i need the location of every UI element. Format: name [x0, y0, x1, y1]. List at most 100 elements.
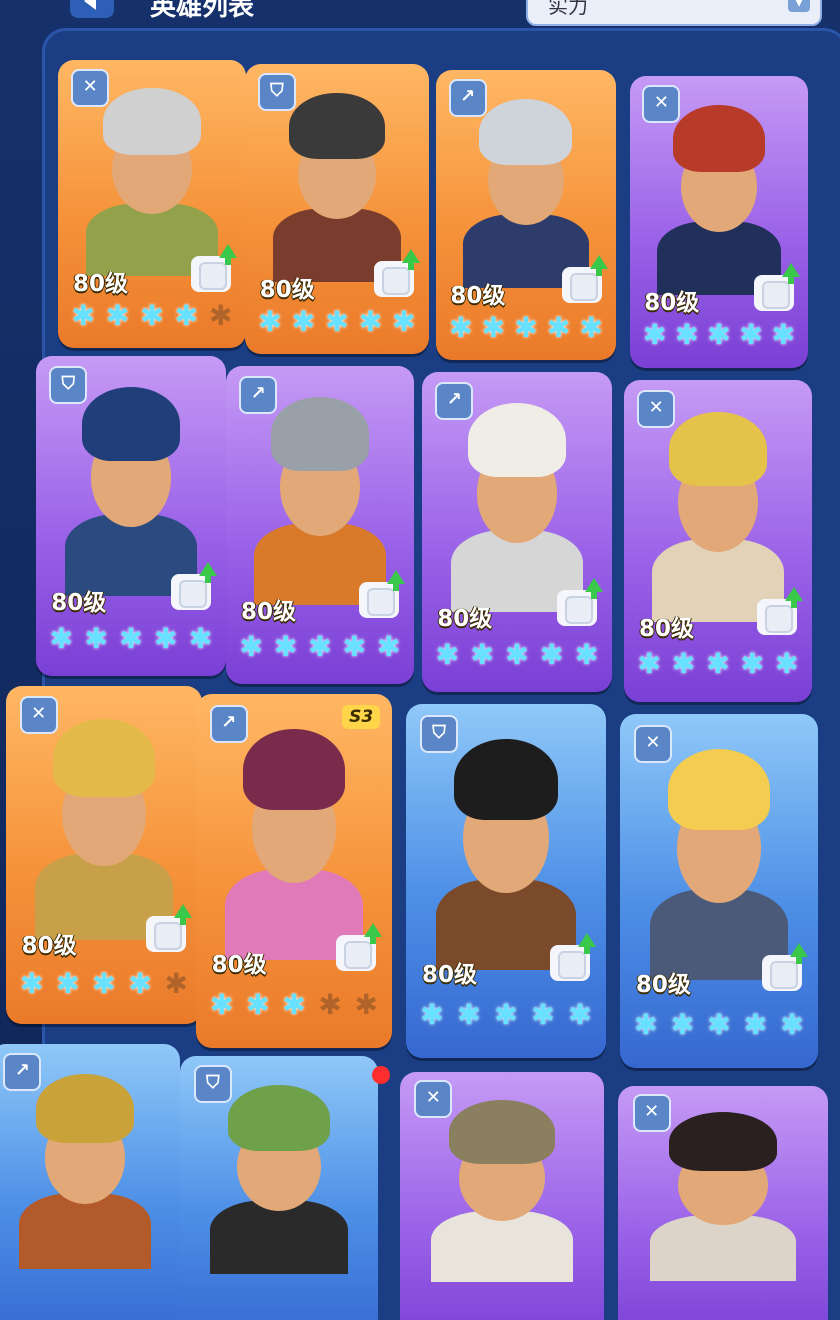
shirt-icon[interactable]: [556, 577, 603, 626]
shirt-icon[interactable]: [374, 249, 421, 298]
hero-hair: [673, 104, 765, 172]
hero-level: 80级: [51, 590, 107, 617]
hero-card[interactable]: ↗ S3 80级 ✱ ✱ ✱ ✱ ✱: [196, 694, 392, 1048]
star-filled-icon: ✱: [706, 647, 730, 681]
shirt-icon[interactable]: [336, 922, 383, 971]
star-rating: ✱ ✱ ✱ ✱ ✱: [208, 991, 380, 1021]
hero-card[interactable]: ↗: [0, 1044, 180, 1320]
star-filled-icon: ✱: [743, 1008, 768, 1042]
hero-hair: [454, 738, 558, 821]
hero-hair: [669, 411, 767, 486]
star-filled-icon: ✱: [71, 298, 95, 332]
crossbow-icon: ✕: [632, 1093, 671, 1132]
shirt-icon[interactable]: [146, 903, 193, 952]
star-filled-icon: ✱: [642, 318, 667, 352]
star-rating: ✱ ✱ ✱ ✱ ✱: [635, 650, 800, 680]
hero-hair: [289, 92, 385, 160]
crossbow-icon: ✕: [414, 1080, 453, 1119]
shirt-icon[interactable]: [753, 262, 800, 311]
upgrade-arrow-icon: [198, 561, 217, 583]
hero-card[interactable]: ✕ 80级 ✱ ✱ ✱ ✱ ✱: [6, 686, 202, 1024]
star-filled-icon: ✱: [105, 298, 130, 332]
crossbow-icon: ✕: [71, 68, 110, 107]
star-filled-icon: ✱: [92, 966, 116, 1000]
hero-list-screen: 英雄列表 实力 ▼ ✕ 80级 ✱ ✱ ✱ ✱ ✱ ⛉ 80级 ✱ ✱ ✱ ✱ ✱ ↗ 80级 ✱ ✱ ✱ ✱ ✱ ✕ 80…: [0, 0, 840, 1320]
star-rating: ✱ ✱ ✱ ✱ ✱: [69, 298, 234, 332]
hero-hair: [243, 728, 345, 811]
hero-level: 80级: [450, 282, 506, 309]
hero-card[interactable]: ✕ 80级 ✱ ✱ ✱ ✱ ✱: [624, 380, 812, 702]
shirt-icon[interactable]: [762, 942, 809, 991]
hero-card[interactable]: ✕: [618, 1086, 828, 1320]
hero-portrait: [644, 735, 794, 980]
star-filled-icon: ✱: [740, 647, 765, 681]
hero-body: [18, 1192, 152, 1270]
hero-card[interactable]: ⛉ 80级 ✱ ✱ ✱ ✱ ✱: [36, 356, 226, 676]
hero-level: 80级: [635, 972, 691, 999]
star-filled-icon: ✱: [188, 621, 213, 655]
season-badge: S3: [342, 704, 381, 729]
hero-portrait: [430, 725, 582, 970]
back-arrow-icon[interactable]: [70, 0, 114, 18]
shirt-icon[interactable]: [561, 255, 608, 304]
star-filled-icon: ✱: [308, 630, 332, 664]
hero-card[interactable]: ⛉ 80级 ✱ ✱ ✱ ✱ ✱: [245, 64, 429, 354]
star-filled-icon: ✱: [128, 966, 152, 1000]
hero-level: 80级: [211, 952, 267, 979]
star-filled-icon: ✱: [739, 318, 763, 352]
star-rating: ✱ ✱ ✱ ✱ ✱: [18, 966, 190, 1000]
upgrade-arrow-icon: [589, 255, 608, 277]
star-filled-icon: ✱: [481, 310, 506, 344]
star-filled-icon: ✱: [494, 998, 518, 1032]
star-filled-icon: ✱: [531, 998, 555, 1032]
hero-card[interactable]: ✕ 80级 ✱ ✱ ✱ ✱ ✱: [620, 714, 818, 1068]
star-rating: ✱ ✱ ✱ ✱ ✱: [256, 304, 418, 338]
shirt-icon[interactable]: [190, 243, 237, 292]
star-filled-icon: ✱: [358, 304, 383, 338]
shirt-icon[interactable]: [550, 932, 596, 981]
star-empty-icon: ✱: [164, 966, 188, 1000]
hero-level: 80级: [259, 276, 315, 303]
hero-card[interactable]: ⛉ 80级 ✱ ✱ ✱ ✱ ✱: [406, 704, 606, 1058]
hero-card[interactable]: ↗ 80级 ✱ ✱ ✱ ✱ ✱: [226, 366, 414, 684]
crossbow-icon: ✕: [637, 389, 676, 428]
upgrade-arrow-icon: [584, 577, 603, 599]
chevron-down-icon[interactable]: ▼: [788, 0, 810, 12]
hero-hair: [668, 1111, 778, 1172]
upgrade-arrow-icon: [218, 243, 237, 265]
hero-card[interactable]: ↗ 80级 ✱ ✱ ✱ ✱ ✱: [422, 372, 612, 692]
star-filled-icon: ✱: [140, 298, 164, 332]
upgrade-arrow-icon: [402, 249, 421, 271]
hero-card[interactable]: ↗ 80级 ✱ ✱ ✱ ✱ ✱: [436, 70, 616, 360]
star-filled-icon: ✱: [771, 318, 796, 352]
shirt-icon[interactable]: [170, 561, 217, 610]
star-empty-icon: ✱: [354, 988, 378, 1022]
hero-hair: [227, 1084, 331, 1152]
upgrade-arrow-icon: [174, 903, 193, 925]
hero-portrait: [445, 391, 589, 613]
hero-portrait: [249, 385, 392, 605]
star-filled-icon: ✱: [780, 1008, 804, 1042]
hero-level: 80级: [639, 615, 695, 642]
star-rating: ✱ ✱ ✱ ✱ ✱: [418, 1001, 594, 1031]
star-rating: ✱ ✱ ✱ ✱ ✱: [641, 321, 798, 351]
sort-filter-dropdown[interactable]: 实力 ▼: [526, 0, 822, 26]
hero-hair: [53, 719, 155, 798]
hero-card[interactable]: ⛉: [180, 1056, 378, 1320]
skill-book-icon[interactable]: [756, 586, 803, 635]
star-filled-icon: ✱: [291, 304, 316, 338]
star-rating: ✱ ✱ ✱ ✱ ✱: [447, 310, 605, 344]
star-filled-icon: ✱: [239, 630, 263, 664]
upgrade-arrow-icon: [784, 586, 803, 608]
star-filled-icon: ✱: [574, 637, 599, 671]
star-filled-icon: ✱: [420, 998, 444, 1032]
hero-card[interactable]: ✕ 80级 ✱ ✱ ✱ ✱ ✱: [630, 76, 808, 368]
hero-card[interactable]: ✕ 80级 ✱ ✱ ✱ ✱ ✱: [58, 60, 246, 348]
star-filled-icon: ✱: [637, 647, 661, 681]
shirt-icon[interactable]: [358, 570, 405, 619]
star-filled-icon: ✱: [671, 647, 696, 681]
hero-portrait: [30, 706, 179, 940]
shield-icon: ⛉: [420, 714, 458, 753]
star-filled-icon: ✱: [540, 637, 564, 671]
hero-card[interactable]: ✕: [400, 1072, 604, 1320]
